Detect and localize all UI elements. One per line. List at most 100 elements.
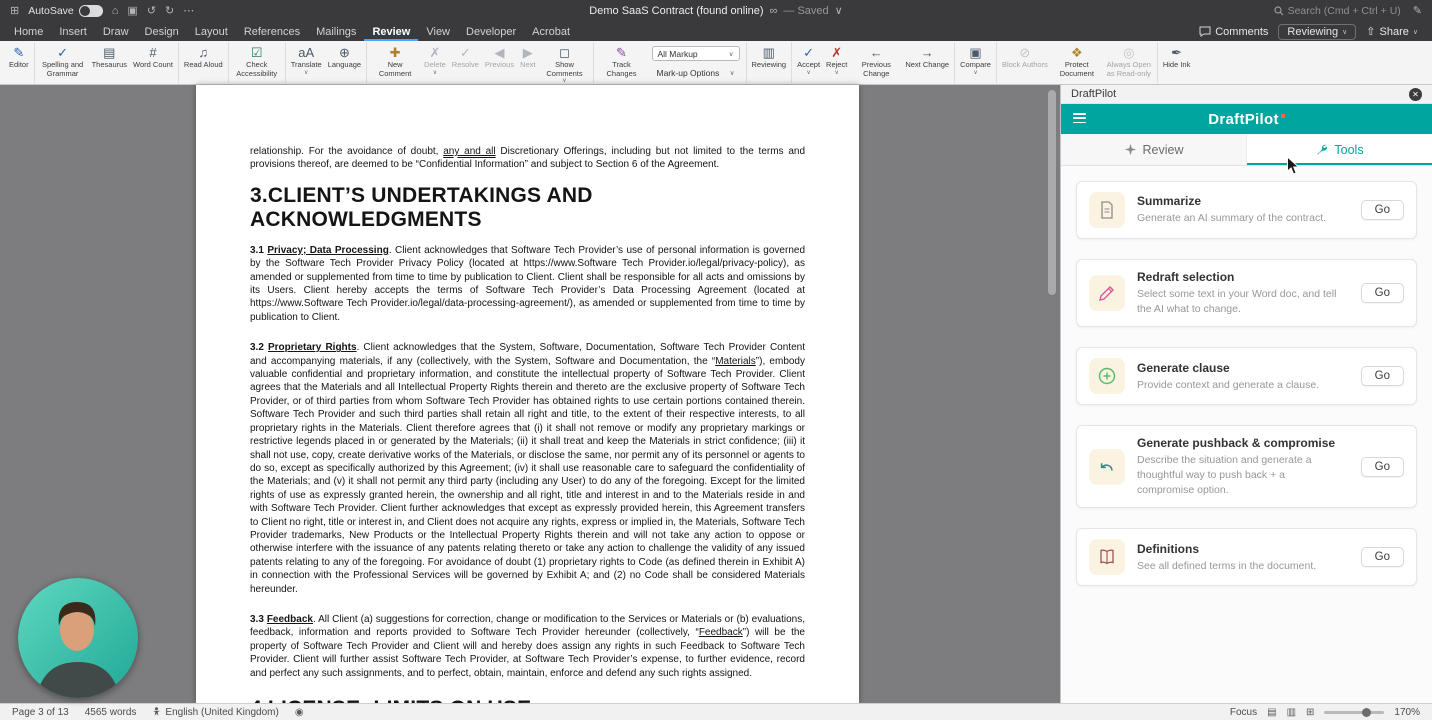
focus-mode-button[interactable]: Focus bbox=[1230, 707, 1257, 718]
save-icon[interactable]: ▣ bbox=[127, 5, 137, 17]
language-selector[interactable]: English (United Kingdom) bbox=[152, 707, 279, 718]
ribbon-button[interactable]: ▶ Next bbox=[517, 43, 538, 71]
ribbon-button[interactable]: ⊘ Block Authors bbox=[999, 43, 1051, 71]
ribbon-group: ✎ Track Changes All Markup ∨ Mark-up Opt… bbox=[594, 42, 747, 83]
defined-term: Feedback bbox=[698, 627, 743, 639]
zoom-slider[interactable] bbox=[1324, 707, 1385, 717]
draftpilot-logo: DraftPilot bbox=[1208, 110, 1279, 128]
ribbon-tab-layout[interactable]: Layout bbox=[187, 22, 236, 41]
ribbon-button[interactable]: ✓ Resolve bbox=[449, 43, 482, 71]
zoom-percentage[interactable]: 170% bbox=[1394, 707, 1420, 718]
comments-button[interactable]: Comments bbox=[1199, 26, 1268, 38]
undo-icon[interactable]: ↺ bbox=[147, 5, 156, 17]
ribbon-button[interactable]: → Next Change bbox=[902, 43, 952, 71]
app-grid-icon[interactable]: ⊞ bbox=[10, 5, 19, 17]
ribbon-button[interactable]: ◻ Show Comments ∨ bbox=[539, 43, 591, 85]
ribbon-button[interactable]: ❖ Protect Document bbox=[1051, 43, 1103, 79]
ribbon-button[interactable]: ✓ Accept ∨ bbox=[794, 43, 823, 77]
ribbon-button-icon: ⊕ bbox=[338, 44, 350, 60]
ribbon-tab-developer[interactable]: Developer bbox=[458, 22, 524, 41]
ribbon-button[interactable]: ✎ Editor bbox=[6, 43, 32, 71]
title-chevron-icon[interactable]: ∨ bbox=[835, 5, 843, 17]
zoom-slider-thumb[interactable] bbox=[1361, 707, 1371, 717]
go-button-generate-clause[interactable]: Go bbox=[1360, 366, 1404, 387]
mouse-cursor bbox=[1286, 155, 1300, 181]
card-description: Generate an AI summary of the contract. bbox=[1137, 212, 1327, 225]
ribbon-button[interactable]: ✗ Delete ∨ bbox=[421, 43, 449, 77]
ribbon-tab-acrobat[interactable]: Acrobat bbox=[524, 22, 578, 41]
ribbon-tab-view[interactable]: View bbox=[418, 22, 458, 41]
search-box[interactable]: Search (Cmd + Ctrl + U) bbox=[1273, 5, 1401, 17]
close-icon[interactable]: ✕ bbox=[1409, 87, 1422, 101]
pen-icon[interactable]: ✎ bbox=[1413, 5, 1422, 17]
word-count[interactable]: 4565 words bbox=[85, 707, 137, 718]
ribbon-button[interactable]: ✚ New Comment bbox=[369, 43, 421, 79]
ribbon-button-icon: ✚ bbox=[389, 44, 401, 60]
ribbon-button[interactable]: ▤ Thesaurus bbox=[89, 43, 130, 71]
autosave-toggle[interactable] bbox=[78, 5, 103, 17]
ribbon-tab-insert[interactable]: Insert bbox=[51, 22, 95, 41]
plus-circle-icon bbox=[1089, 358, 1125, 395]
read-mode-icon[interactable]: ▥ bbox=[1287, 707, 1296, 718]
document-page[interactable]: relationship. For the avoidance of doubt… bbox=[196, 85, 859, 703]
go-button-summarize[interactable]: Go bbox=[1360, 200, 1404, 220]
comment-bubble-icon bbox=[1199, 26, 1211, 37]
go-button-definitions[interactable]: Go bbox=[1360, 547, 1404, 568]
ribbon-button[interactable]: ✎ Track Changes bbox=[596, 43, 648, 79]
ribbon-tab-review[interactable]: Review bbox=[364, 22, 418, 41]
markup-options-dropdown[interactable]: Mark-up Options ∨ bbox=[652, 65, 740, 80]
ribbon-button-icon: ❖ bbox=[1070, 44, 1083, 60]
webcam-avatar bbox=[18, 578, 138, 698]
ribbon-button[interactable]: # Word Count bbox=[130, 43, 176, 71]
card-pushback-compromise: Generate pushback & compromise Describe … bbox=[1076, 425, 1417, 509]
hamburger-menu-icon[interactable] bbox=[1073, 113, 1086, 124]
scrollbar-thumb[interactable] bbox=[1048, 90, 1056, 295]
vertical-scrollbar[interactable] bbox=[1048, 88, 1056, 698]
ribbon-button[interactable]: ▥ Reviewing bbox=[749, 43, 790, 71]
ribbon-button-icon: ← bbox=[869, 45, 883, 60]
page-indicator[interactable]: Page 3 of 13 bbox=[12, 707, 69, 718]
ribbon-tab-home[interactable]: Home bbox=[6, 22, 51, 41]
ribbon-button[interactable]: ✗ Reject ∨ bbox=[823, 43, 850, 77]
share-button[interactable]: ⇧ Share ∨ bbox=[1366, 25, 1418, 39]
ribbon-button[interactable]: ◎ Always Open as Read-only bbox=[1103, 43, 1155, 79]
record-macro-icon[interactable]: ◉ bbox=[295, 707, 304, 718]
card-title: Redraft selection bbox=[1137, 270, 1235, 284]
ribbon-group: ✎ Editor bbox=[4, 42, 35, 83]
section-heading: 3.CLIENT’S UNDERTAKINGS AND ACKNOWLEDGME… bbox=[250, 183, 593, 231]
autosave-label: AutoSave bbox=[28, 5, 74, 17]
go-button-pushback[interactable]: Go bbox=[1360, 456, 1404, 477]
more-commands-icon[interactable]: ⋯ bbox=[183, 5, 194, 17]
ribbon-tab-references[interactable]: References bbox=[236, 22, 308, 41]
go-button-redraft[interactable]: Go bbox=[1360, 283, 1404, 304]
ribbon-button[interactable]: ← Previous Change bbox=[850, 43, 902, 79]
chevron-down-icon: ∨ bbox=[729, 69, 735, 77]
ribbon-button[interactable]: ☑ Check Accessibility bbox=[231, 43, 283, 79]
ribbon-button[interactable]: ▣ Compare ∨ bbox=[957, 43, 994, 77]
tab-review[interactable]: Review bbox=[1061, 134, 1247, 165]
redo-icon[interactable]: ↻ bbox=[165, 5, 174, 17]
ribbon-button[interactable]: ✓ Spelling and Grammar bbox=[37, 43, 89, 79]
web-layout-icon[interactable]: ⊞ bbox=[1306, 707, 1314, 718]
ribbon-tab-draw[interactable]: Draw bbox=[95, 22, 137, 41]
ribbon-tab-mailings[interactable]: Mailings bbox=[308, 22, 364, 41]
all-markup-dropdown[interactable]: All Markup ∨ bbox=[651, 46, 740, 61]
ribbon-button-label: Language bbox=[327, 60, 362, 69]
ribbon-button-label: Check Accessibility bbox=[236, 60, 278, 78]
ribbon-button[interactable]: ◀ Previous bbox=[482, 43, 517, 71]
ribbon-button[interactable]: aA Translate ∨ bbox=[288, 43, 325, 77]
ribbon-button[interactable]: ✒ Hide Ink bbox=[1160, 43, 1194, 71]
autosave-control[interactable]: AutoSave bbox=[28, 5, 103, 17]
reviewing-mode-button[interactable]: Reviewing ∨ bbox=[1278, 23, 1357, 40]
ribbon-toolbar: ✎ Editor ✓ Spelling and Grammar ▤ Thesau… bbox=[0, 41, 1432, 85]
ribbon-button[interactable]: ♫ Read Aloud bbox=[181, 43, 226, 71]
print-layout-icon[interactable]: ▤ bbox=[1267, 707, 1276, 718]
home-icon[interactable]: ⌂ bbox=[112, 5, 119, 17]
ribbon-button-label: Reject bbox=[826, 60, 848, 69]
ribbon-tab-design[interactable]: Design bbox=[137, 22, 187, 41]
sparkle-icon bbox=[1124, 143, 1136, 156]
ribbon-button[interactable]: ⊕ Language bbox=[325, 43, 364, 71]
ribbon-tabs: Home Insert Draw Design Layout References Mail… bbox=[6, 22, 578, 41]
tab-tools[interactable]: Tools bbox=[1247, 134, 1432, 165]
chevron-down-icon: ∨ bbox=[728, 50, 734, 58]
